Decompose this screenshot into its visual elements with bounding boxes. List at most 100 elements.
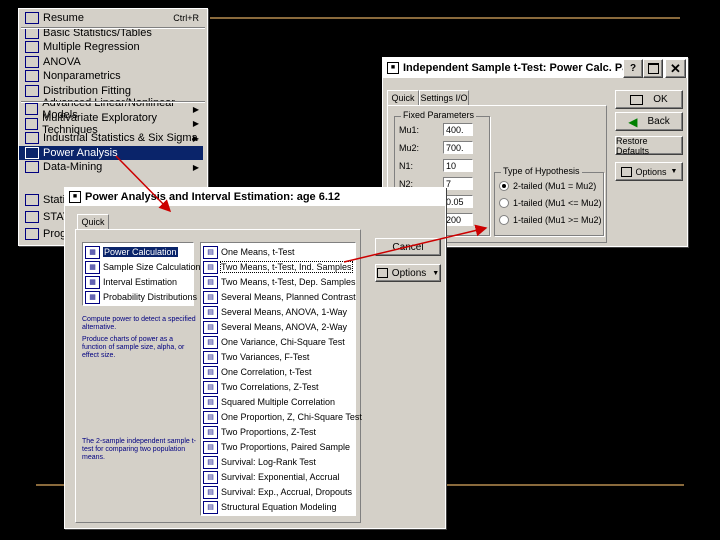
analysis-type-item[interactable]: ▦ Interval Estimation (85, 275, 177, 289)
test-icon: ▤ (203, 335, 218, 349)
app-icon: ■ (69, 191, 81, 203)
app-icon (25, 228, 39, 240)
test-type-item[interactable]: ▤ Squared Multiple Correlation (203, 395, 335, 409)
test-type-item[interactable]: ▤ Structural Equation Modeling (203, 500, 337, 514)
test-icon: ▤ (203, 245, 218, 259)
ok-button[interactable]: OK (615, 90, 683, 109)
submenu-arrow-icon: ▶ (192, 162, 199, 172)
submenu-arrow-icon: ▶ (192, 119, 199, 128)
power-titlebar: ■ Power Analysis and Interval Estimation… (65, 188, 445, 206)
options-icon (376, 268, 388, 278)
menu-item-power-analysis[interactable]: Power Analysis (19, 145, 203, 160)
power-cancel-button[interactable]: Cancel (375, 238, 441, 256)
back-button[interactable]: ◀ Back (615, 112, 683, 131)
test-type-item[interactable]: ▤ Several Means, ANOVA, 2-Way (203, 320, 347, 334)
menu-separator (21, 101, 205, 103)
data-mining-icon (25, 161, 39, 173)
test-type-item[interactable]: ▤ One Means, t-Test (203, 245, 295, 259)
menu-item-anova[interactable]: ANOVA (19, 55, 203, 69)
field-label: N1: (399, 161, 414, 171)
test-type-item[interactable]: ▤ Two Means, t-Test, Dep. Samples (203, 275, 356, 289)
menu-item-multiple-regression[interactable]: Multiple Regression (19, 40, 203, 54)
analysis-icon: ▦ (85, 275, 100, 289)
tab-settings-io[interactable]: Settings I/O (419, 90, 469, 106)
test-type-item[interactable]: ▤ One Proportion, Z, Chi-Square Test (203, 410, 362, 424)
power-analysis-dialog: ■ Power Analysis and Interval Estimation… (64, 187, 446, 529)
test-type-item[interactable]: ▤ Survival: Exponential, Accrual (203, 470, 340, 484)
hypothesis-radio-1[interactable]: 2-tailed (Mu1 = Mu2) (499, 181, 596, 191)
test-icon: ▤ (203, 380, 218, 394)
test-type-item[interactable]: ▤ Two Means, t-Test, Ind. Samples (203, 260, 353, 274)
field-n2-input[interactable]: 7 (443, 177, 473, 190)
test-type-item[interactable]: ▤ Several Means, ANOVA, 1-Way (203, 305, 347, 319)
analysis-icon: ▦ (85, 260, 100, 274)
analysis-type-list: ▦ Power Calculation ▦ Sample Size Calculati… (82, 242, 201, 306)
analysis-type-item[interactable]: ▦ Power Calculation (85, 245, 178, 259)
analysis-type-item[interactable]: ▦ Sample Size Calculation (85, 260, 201, 274)
hypothesis-radio-3[interactable]: 1-tailed (Mu1 >= Mu2) (499, 215, 602, 225)
hypothesis-radio-2[interactable]: 1-tailed (Mu1 <= Mu2) (499, 198, 602, 208)
restore-defaults-button[interactable]: Restore Defaults (615, 136, 683, 156)
field-n1-input[interactable]: 10 (443, 159, 473, 172)
menu-item-data-mining[interactable]: Data-Mining ▶ (19, 160, 203, 174)
field-label: Mu2: (399, 143, 420, 153)
test-type-item[interactable]: ▤ Several Means, Planned Contrast (203, 290, 356, 304)
menu-item-multivariate-exploratory-techniques[interactable]: Multivariate Exploratory Techniques ▶ (19, 112, 203, 136)
power-quick-panel: ▦ Power Calculation ▦ Sample Size Calculati… (75, 229, 362, 523)
radio-icon (499, 181, 509, 191)
ttest-title: Independent Sample t-Test: Power Calc. P… (403, 62, 655, 74)
menu-item-nonparametrics[interactable]: Nonparametrics (19, 69, 203, 83)
field-alpha-input[interactable]: 0.05 (443, 195, 473, 208)
test-type-item[interactable]: ▤ Two Correlations, Z-Test (203, 380, 319, 394)
test-icon: ▤ (203, 350, 218, 364)
test-icon: ▤ (203, 455, 218, 469)
help-button[interactable]: ? (623, 59, 643, 78)
test-type-item[interactable]: ▤ One Correlation, t-Test (203, 365, 312, 379)
test-icon: ▤ (203, 500, 218, 514)
industrial-icon (25, 132, 39, 144)
test-type-item[interactable]: ▤ One Variance, Chi-Square Test (203, 335, 345, 349)
tab-quick[interactable]: Quick (77, 214, 109, 229)
analysis-icon: ▦ (85, 290, 100, 304)
field-mu1-input[interactable]: 400. (443, 123, 473, 136)
options-icon (620, 166, 632, 177)
test-type-item[interactable]: ▤ Two Proportions, Paired Sample (203, 440, 350, 454)
distribution-icon (25, 84, 39, 97)
field-mu2-input[interactable]: 700. (443, 141, 473, 154)
analysis-icon: ▦ (85, 245, 100, 259)
close-button[interactable]: ✕ (665, 59, 686, 78)
top-divider-line (210, 17, 680, 19)
test-icon: ▤ (203, 275, 218, 289)
app-icon (25, 211, 39, 223)
menu-item-distribution-fitting[interactable]: Distribution Fitting (19, 84, 203, 98)
radio-icon (499, 198, 509, 208)
test-type-item[interactable]: ▤ Survival: Log-Rank Test (203, 455, 316, 469)
app-icon (25, 194, 39, 206)
test-icon: ▤ (203, 485, 218, 499)
maximize-button[interactable] (643, 59, 663, 78)
test-type-item[interactable]: ▤ Survival: Exp., Accrual, Dropouts (203, 485, 352, 499)
test-type-list: ▤ One Means, t-Test ▤ Two Means, t-Test, In… (200, 242, 362, 516)
back-arrow-icon: ◀ (628, 114, 638, 129)
analysis-type-item[interactable]: ▦ Probability Distributions (85, 290, 197, 304)
chevron-down-icon: ▼ (670, 168, 678, 175)
submenu-arrow-icon: ▶ (192, 133, 199, 143)
field-sigma-input[interactable]: 200 (443, 213, 473, 226)
radio-icon (499, 215, 509, 225)
power-options-button[interactable]: Options ▼ (375, 264, 441, 282)
menu-item-industrial-statistics-six-sigma[interactable]: Industrial Statistics & Six Sigma ▶ (19, 131, 203, 145)
menu-item-resume[interactable]: Resume Ctrl+R (19, 11, 203, 25)
hypothesis-type-group: Type of Hypothesis 2-tailed (Mu1 = Mu2) 1… (494, 166, 604, 236)
close-icon: ✕ (670, 60, 681, 76)
test-icon: ▤ (203, 395, 218, 409)
tab-quick[interactable]: Quick (387, 90, 419, 105)
advanced-models-icon (25, 103, 39, 115)
ok-icon (630, 94, 644, 105)
test-type-item[interactable]: ▤ Two Variances, F-Test (203, 350, 309, 364)
shortcut-label: Ctrl+R (173, 13, 199, 23)
test-type-item[interactable]: ▤ Two Proportions, Z-Test (203, 425, 316, 439)
ttest-options-button[interactable]: Options ▼ (615, 162, 683, 181)
anova-icon (25, 55, 39, 68)
test-icon: ▤ (203, 305, 218, 319)
regression-icon (25, 41, 39, 53)
